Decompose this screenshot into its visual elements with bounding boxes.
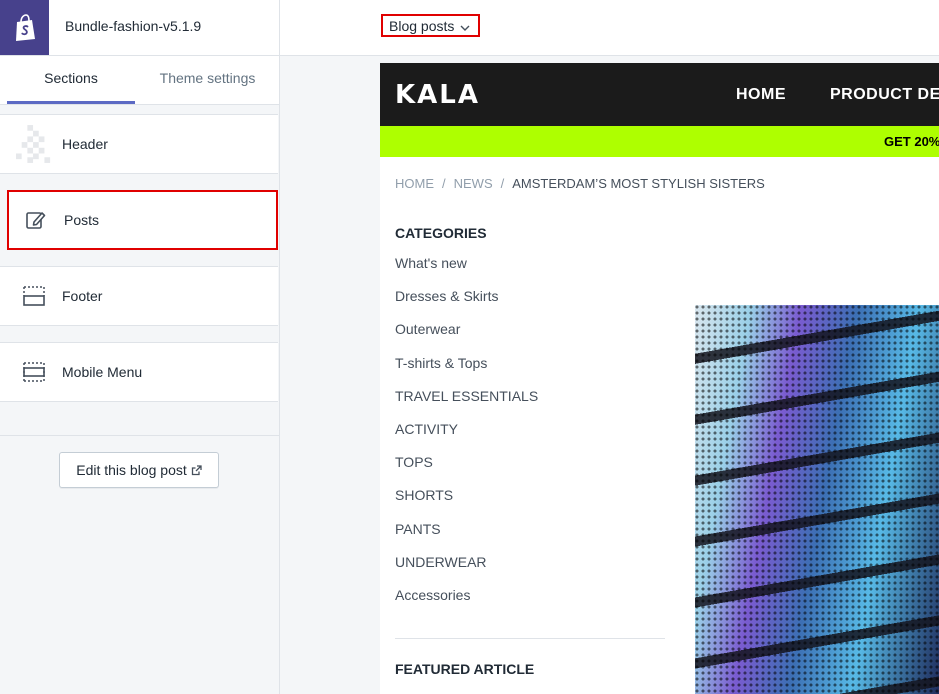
external-link-icon	[191, 464, 202, 476]
section-label: Header	[62, 136, 108, 152]
edit-blog-post-button[interactable]: Edit this blog post	[59, 452, 219, 488]
category-link[interactable]: T-shirts & Tops	[395, 355, 538, 388]
featured-article-heading: FEATURED ARTICLE	[395, 661, 535, 677]
shopify-bag-icon	[15, 13, 35, 41]
store-preview: KALA HOME PRODUCT DE GET 20% HOME / NEWS / A…	[380, 63, 939, 694]
footer-layout-icon	[16, 286, 52, 306]
section-header[interactable]: Header	[0, 114, 278, 174]
header-thumbnail-icon	[16, 124, 52, 164]
section-label: Mobile Menu	[62, 364, 143, 380]
categories-divider	[395, 638, 665, 639]
sidebar-tabs: Sections Theme settings	[0, 56, 279, 105]
article-image	[695, 305, 939, 694]
store-header: KALA HOME PRODUCT DE	[380, 63, 939, 126]
mobile-menu-layout-icon	[16, 362, 52, 382]
edit-blog-post-label: Edit this blog post	[76, 462, 187, 478]
category-link[interactable]: TOPS	[395, 454, 538, 487]
topbar-divider	[279, 0, 280, 55]
store-logo[interactable]: KALA	[395, 80, 480, 110]
template-selector-label: Blog posts	[389, 17, 455, 34]
breadcrumb: HOME / NEWS / AMSTERDAM’S MOST STYLISH SISTE…	[395, 176, 765, 191]
category-link[interactable]: TRAVEL ESSENTIALS	[395, 388, 538, 421]
section-mobile-menu[interactable]: Mobile Menu	[0, 342, 278, 402]
template-selector[interactable]: Blog posts	[381, 14, 481, 37]
category-link[interactable]: ACTIVITY	[395, 421, 538, 454]
section-posts[interactable]: Posts	[7, 190, 278, 250]
breadcrumb-news[interactable]: NEWS	[454, 176, 493, 191]
section-label: Posts	[64, 212, 100, 228]
category-link[interactable]: SHORTS	[395, 487, 538, 520]
chevron-down-icon	[460, 18, 470, 34]
section-footer[interactable]: Footer	[0, 266, 278, 326]
category-link[interactable]: PANTS	[395, 521, 538, 554]
tab-theme-settings[interactable]: Theme settings	[140, 56, 275, 104]
breadcrumb-current: AMSTERDAM’S MOST STYLISH SISTERS	[512, 176, 765, 191]
promo-banner: GET 20%	[380, 126, 939, 157]
promo-text: GET 20%	[884, 134, 939, 149]
nav-product-details[interactable]: PRODUCT DE	[830, 86, 939, 104]
categories-heading: CATEGORIES	[395, 225, 487, 241]
shopify-logo[interactable]	[0, 0, 49, 55]
sidebar: Sections Theme settings Header Posts Foo…	[0, 56, 280, 694]
breadcrumb-home[interactable]: HOME	[395, 176, 434, 191]
edit-pencil-icon	[18, 209, 54, 231]
section-label: Footer	[62, 288, 103, 304]
sidebar-divider	[0, 435, 279, 436]
category-link[interactable]: UNDERWEAR	[395, 554, 538, 587]
top-bar: Bundle-fashion-v5.1.9 Blog posts	[0, 0, 939, 56]
category-link[interactable]: Dresses & Skirts	[395, 288, 538, 321]
category-link[interactable]: What's new	[395, 255, 538, 288]
categories-list: What's new Dresses & Skirts Outerwear T-…	[395, 255, 538, 620]
category-link[interactable]: Outerwear	[395, 321, 538, 354]
tab-sections[interactable]: Sections	[7, 56, 135, 104]
nav-home[interactable]: HOME	[736, 86, 786, 104]
breadcrumb-separator: /	[442, 176, 446, 191]
breadcrumb-separator: /	[500, 176, 505, 191]
category-link[interactable]: Accessories	[395, 587, 538, 620]
theme-name: Bundle-fashion-v5.1.9	[65, 18, 202, 34]
